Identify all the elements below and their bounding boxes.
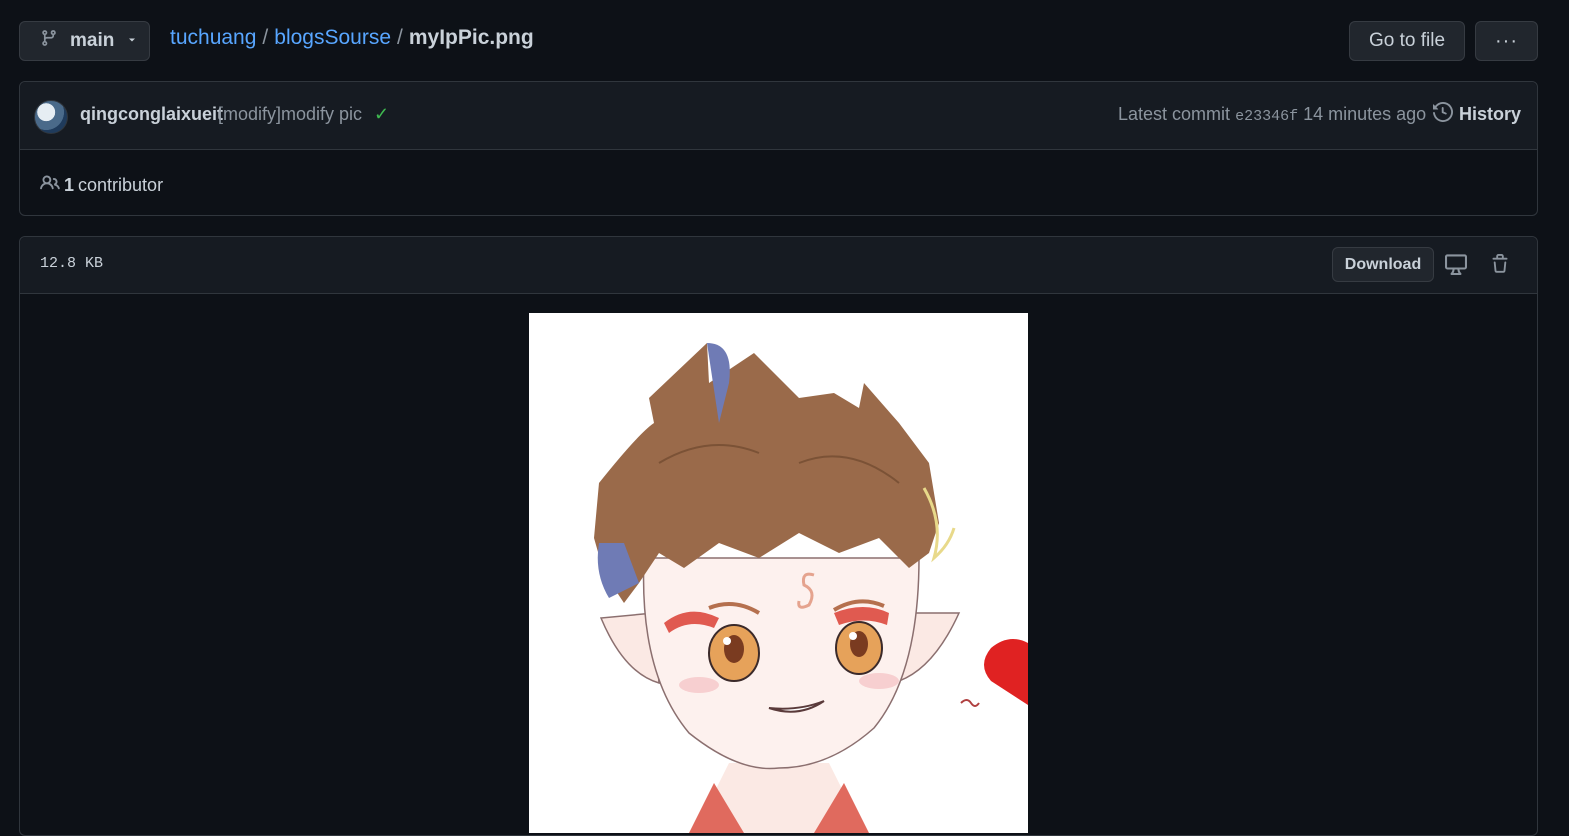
contributor-count: 1 bbox=[64, 175, 75, 195]
history-link[interactable]: History bbox=[1433, 101, 1522, 127]
commit-info-box: qingconglaixueit [modify]modify pic ✓ La… bbox=[19, 81, 1538, 216]
more-options-button[interactable]: ··· bbox=[1475, 21, 1538, 61]
breadcrumb-separator: / bbox=[397, 26, 403, 49]
commit-time: 14 minutes ago bbox=[1303, 104, 1427, 124]
commit-author-link[interactable]: qingconglaixueit bbox=[80, 104, 223, 125]
image-preview bbox=[529, 313, 1028, 833]
download-button[interactable]: Download bbox=[1332, 247, 1434, 282]
file-size: 12.8 KB bbox=[40, 255, 104, 272]
chibi-character-image bbox=[529, 313, 1028, 833]
history-icon bbox=[1433, 101, 1454, 127]
go-to-file-button[interactable]: Go to file bbox=[1349, 21, 1465, 61]
avatar[interactable] bbox=[34, 100, 68, 134]
kebab-horizontal-icon: ··· bbox=[1495, 29, 1518, 52]
trash-icon[interactable] bbox=[1488, 252, 1512, 276]
commit-message-link[interactable]: [modify]modify pic bbox=[218, 104, 362, 125]
latest-commit-row: qingconglaixueit [modify]modify pic ✓ La… bbox=[20, 82, 1537, 150]
people-icon bbox=[40, 173, 60, 198]
breadcrumb: tuchuang / blogsSourse / myIpPic.png bbox=[170, 24, 534, 52]
file-header: 12.8 KB Download bbox=[20, 237, 1537, 294]
git-branch-icon bbox=[40, 29, 58, 53]
breadcrumb-owner-link[interactable]: tuchuang bbox=[170, 26, 256, 49]
file-viewer: 12.8 KB Download bbox=[19, 236, 1538, 836]
contributor-label: contributor bbox=[78, 175, 164, 195]
breadcrumb-separator: / bbox=[262, 26, 269, 49]
desktop-icon[interactable] bbox=[1444, 252, 1468, 276]
latest-commit-info: Latest commit e23346f 14 minutes ago bbox=[1118, 104, 1426, 125]
breadcrumb-file-name: myIpPic.png bbox=[408, 26, 534, 49]
caret-down-icon bbox=[126, 30, 138, 52]
branch-label: main bbox=[70, 30, 115, 51]
commit-sha-link[interactable]: e23346f bbox=[1235, 108, 1298, 125]
contributors-link[interactable]: 1 contributor bbox=[40, 173, 163, 198]
breadcrumb-repo-link[interactable]: blogsSourse bbox=[274, 26, 391, 49]
branch-selector-button[interactable]: main bbox=[19, 21, 150, 61]
history-label: History bbox=[1459, 104, 1522, 124]
latest-commit-label: Latest commit bbox=[1118, 104, 1231, 124]
check-icon[interactable]: ✓ bbox=[374, 104, 389, 125]
